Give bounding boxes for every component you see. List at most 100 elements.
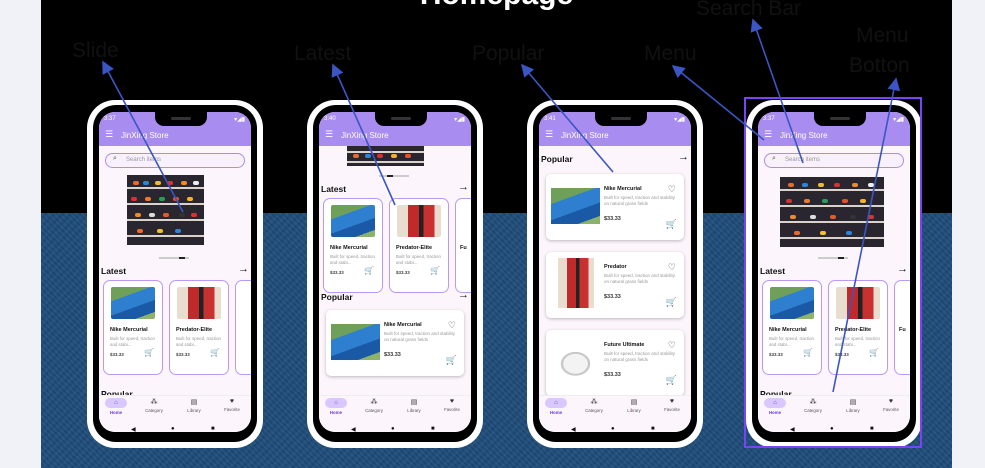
product-card-partial[interactable] bbox=[235, 280, 251, 375]
product-desc: Built for speed, traction and stabi... bbox=[110, 336, 155, 347]
status-time: 3:37 bbox=[104, 116, 116, 122]
popular-card[interactable]: Future Ultimate Built for speed, tractio… bbox=[546, 330, 684, 396]
home-dot-icon[interactable]: ● bbox=[171, 426, 175, 432]
bottom-nav: ⌂ Home ⁂ Category ▤ Library ♥ Favorite bbox=[319, 395, 471, 423]
search-placeholder: Search items bbox=[785, 157, 821, 163]
cart-icon[interactable]: 🛒 bbox=[430, 266, 440, 275]
nav-category[interactable]: ⁂ Category bbox=[359, 398, 389, 413]
product-image bbox=[551, 344, 600, 380]
cart-icon[interactable]: 🛒 bbox=[210, 348, 220, 357]
heart-icon[interactable]: ♡ bbox=[668, 262, 676, 273]
back-icon[interactable]: ◀ bbox=[131, 426, 136, 432]
phone-bezel: 3:37 ▾◢▮ ☰ JinXing Store ⌕ Search items Lat… bbox=[93, 105, 257, 442]
back-icon[interactable]: ◀ bbox=[790, 426, 795, 432]
arrow-right-icon[interactable]: → bbox=[458, 289, 469, 301]
arrow-right-icon[interactable]: → bbox=[678, 151, 689, 163]
product-card[interactable]: Nike Mercurial Built for speed, traction… bbox=[762, 280, 822, 375]
nav-library[interactable]: ▤ Library bbox=[179, 398, 209, 413]
arrow-right-icon[interactable]: → bbox=[897, 263, 908, 275]
poster-canvas: Homepage Slide Latest Popular Menu Searc… bbox=[0, 0, 985, 468]
phone-bezel: 3:37 ▾◢▮ ☰ JinXing Store ⌕ Search items Lat… bbox=[752, 105, 916, 442]
status-time: 3:40 bbox=[324, 116, 336, 122]
app-bar: ☰ JinXing Store bbox=[758, 126, 910, 146]
nav-favorite[interactable]: ♥ Favorite bbox=[657, 398, 687, 412]
section-title-latest: Latest bbox=[101, 266, 127, 276]
nav-category[interactable]: ⁂ Category bbox=[139, 398, 169, 413]
nav-library[interactable]: ▤ Library bbox=[399, 398, 429, 413]
slide-image[interactable] bbox=[127, 175, 204, 245]
product-card[interactable]: Predator-Elite Built for speed, traction… bbox=[828, 280, 888, 375]
cart-icon[interactable]: 🛒 bbox=[869, 348, 879, 357]
heart-icon[interactable]: ♡ bbox=[668, 340, 676, 351]
slide-image[interactable] bbox=[347, 146, 424, 166]
hamburger-icon[interactable]: ☰ bbox=[764, 129, 772, 140]
nav-home[interactable]: ⌂ Home bbox=[541, 398, 571, 415]
recents-icon[interactable]: ■ bbox=[211, 426, 215, 432]
heart-icon[interactable]: ♡ bbox=[448, 320, 456, 331]
nav-favorite[interactable]: ♥ Favorite bbox=[217, 398, 247, 412]
recents-icon[interactable]: ■ bbox=[431, 426, 435, 432]
cart-icon[interactable]: 🛒 bbox=[144, 348, 154, 357]
cart-icon[interactable]: 🛒 bbox=[446, 355, 457, 366]
category-icon: ⁂ bbox=[809, 399, 817, 406]
product-card-partial[interactable]: Fu bbox=[455, 198, 471, 293]
nav-home[interactable]: ⌂ Home bbox=[760, 398, 790, 415]
arrow-right-icon[interactable]: → bbox=[458, 181, 469, 193]
product-image bbox=[111, 287, 155, 319]
arrow-right-icon[interactable]: → bbox=[238, 263, 249, 275]
slide-indicator[interactable] bbox=[379, 175, 409, 177]
home-dot-icon[interactable]: ● bbox=[611, 426, 615, 432]
back-icon[interactable]: ◀ bbox=[571, 426, 576, 432]
nav-category[interactable]: ⁂ Category bbox=[579, 398, 609, 413]
cart-icon[interactable]: 🛒 bbox=[666, 219, 677, 230]
cart-icon[interactable]: 🛒 bbox=[803, 348, 813, 357]
product-name: Fu bbox=[460, 245, 467, 251]
callout-menu: Menu bbox=[644, 42, 697, 65]
product-price: $33.33 bbox=[330, 270, 344, 275]
recents-icon[interactable]: ■ bbox=[870, 426, 874, 432]
slide-image[interactable] bbox=[780, 177, 884, 247]
search-bar[interactable]: ⌕ Search items bbox=[105, 153, 245, 168]
nav-category[interactable]: ⁂ Category bbox=[798, 398, 828, 413]
home-dot-icon[interactable]: ● bbox=[830, 426, 834, 432]
popular-card[interactable]: Nike Mercurial Built for speed, traction… bbox=[546, 174, 684, 240]
product-card[interactable]: Nike Mercurial Built for speed, traction… bbox=[323, 198, 383, 293]
nav-home[interactable]: ⌂ Home bbox=[321, 398, 351, 415]
hamburger-icon[interactable]: ☰ bbox=[105, 129, 113, 140]
product-card[interactable]: Predator-Elite Built for speed, traction… bbox=[169, 280, 229, 375]
search-bar[interactable]: ⌕ Search items bbox=[764, 153, 904, 168]
product-image bbox=[836, 287, 880, 319]
product-desc: Built for speed, traction and stabi... bbox=[396, 254, 441, 265]
bottom-nav: ⌂ Home ⁂ Category ▤ Library ♥ Favorite bbox=[539, 395, 691, 423]
hamburger-icon[interactable]: ☰ bbox=[325, 129, 333, 140]
product-card[interactable]: Predator-Elite Built for speed, traction… bbox=[389, 198, 449, 293]
product-name: Predator-Elite bbox=[396, 245, 433, 251]
hamburger-icon[interactable]: ☰ bbox=[545, 129, 553, 140]
cart-icon[interactable]: 🛒 bbox=[666, 297, 677, 308]
camera-notch bbox=[155, 112, 207, 126]
nav-home[interactable]: ⌂ Home bbox=[101, 398, 131, 415]
product-image bbox=[551, 188, 600, 224]
nav-favorite[interactable]: ♥ Favorite bbox=[876, 398, 906, 412]
callout-latest: Latest bbox=[294, 42, 352, 65]
nav-library[interactable]: ▤ Library bbox=[619, 398, 649, 413]
system-nav: ◀ ● ■ bbox=[758, 423, 910, 432]
product-desc: Built for speed, traction and stabi... bbox=[835, 336, 880, 347]
product-card-partial[interactable]: Fu bbox=[894, 280, 910, 375]
slide-indicator[interactable] bbox=[818, 257, 848, 259]
cart-icon[interactable]: 🛒 bbox=[666, 375, 677, 386]
product-name: Predator bbox=[604, 264, 627, 270]
popular-card[interactable]: Predator Built for speed, traction and s… bbox=[546, 252, 684, 318]
back-icon[interactable]: ◀ bbox=[351, 426, 356, 432]
cart-icon[interactable]: 🛒 bbox=[364, 266, 374, 275]
app-title: JinXing Store bbox=[341, 131, 389, 140]
recents-icon[interactable]: ■ bbox=[651, 426, 655, 432]
status-icons: ▾◢▮ bbox=[454, 117, 465, 123]
nav-favorite[interactable]: ♥ Favorite bbox=[437, 398, 467, 412]
nav-library[interactable]: ▤ Library bbox=[838, 398, 868, 413]
slide-indicator[interactable] bbox=[159, 257, 189, 259]
home-dot-icon[interactable]: ● bbox=[391, 426, 395, 432]
heart-icon[interactable]: ♡ bbox=[668, 184, 676, 195]
product-card[interactable]: Nike Mercurial Built for speed, traction… bbox=[103, 280, 163, 375]
popular-card[interactable]: Nike Mercurial Built for speed, traction… bbox=[326, 310, 464, 376]
